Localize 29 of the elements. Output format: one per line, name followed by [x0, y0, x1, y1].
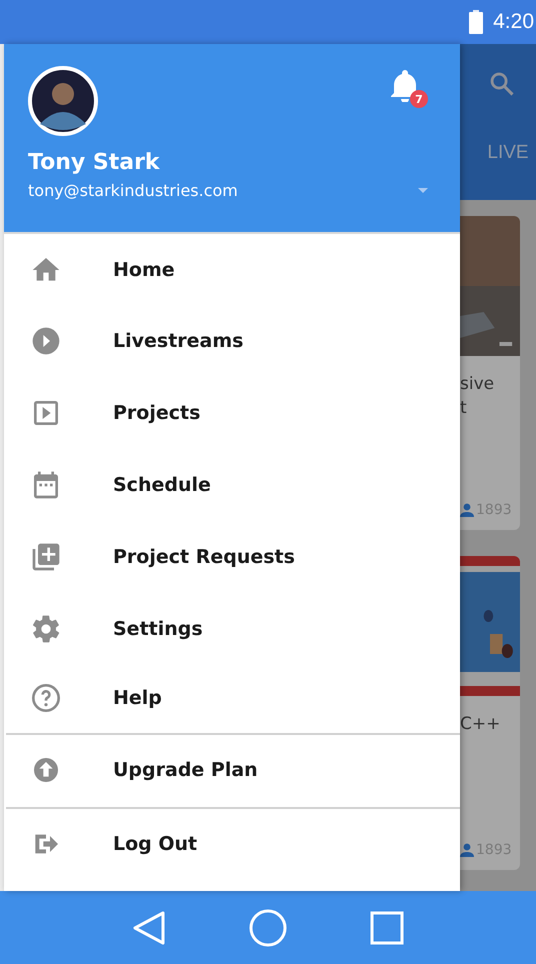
menu-item[interactable]: Upgrade Plan — [4, 735, 460, 805]
gear-icon — [30, 613, 62, 645]
notification-badge: 7 — [410, 90, 428, 108]
card-title: C++ — [460, 713, 502, 736]
person-icon — [460, 503, 474, 517]
help-icon — [30, 682, 62, 714]
menu-item[interactable]: Livestreams — [4, 305, 460, 377]
clock: 4:20 — [493, 10, 534, 34]
battery-icon — [469, 10, 484, 34]
user-name: Tony Stark — [28, 150, 161, 175]
card-title: t — [460, 397, 468, 420]
menu-item[interactable]: Projects — [4, 377, 460, 449]
menu-item[interactable]: Help — [4, 665, 460, 731]
dropdown-caret-icon[interactable] — [418, 188, 428, 193]
menu-item[interactable]: Home — [4, 235, 460, 305]
back-icon[interactable] — [132, 910, 166, 946]
home-circle-icon[interactable] — [248, 908, 287, 946]
user-email: tony@starkindustries.com — [28, 181, 238, 200]
menu-item[interactable]: Schedule — [4, 449, 460, 521]
person-icon — [460, 843, 474, 857]
menu-item[interactable]: Project Requests — [4, 521, 460, 593]
avatar — [28, 66, 98, 136]
add-library-icon — [30, 541, 62, 573]
card-title: sive — [460, 373, 496, 396]
menu-item[interactable]: Settings — [4, 593, 460, 665]
play-circle-icon — [30, 325, 62, 357]
search-icon[interactable] — [488, 70, 516, 98]
menu-item[interactable]: Log Out — [4, 809, 460, 879]
recent-apps-icon[interactable] — [370, 910, 404, 944]
